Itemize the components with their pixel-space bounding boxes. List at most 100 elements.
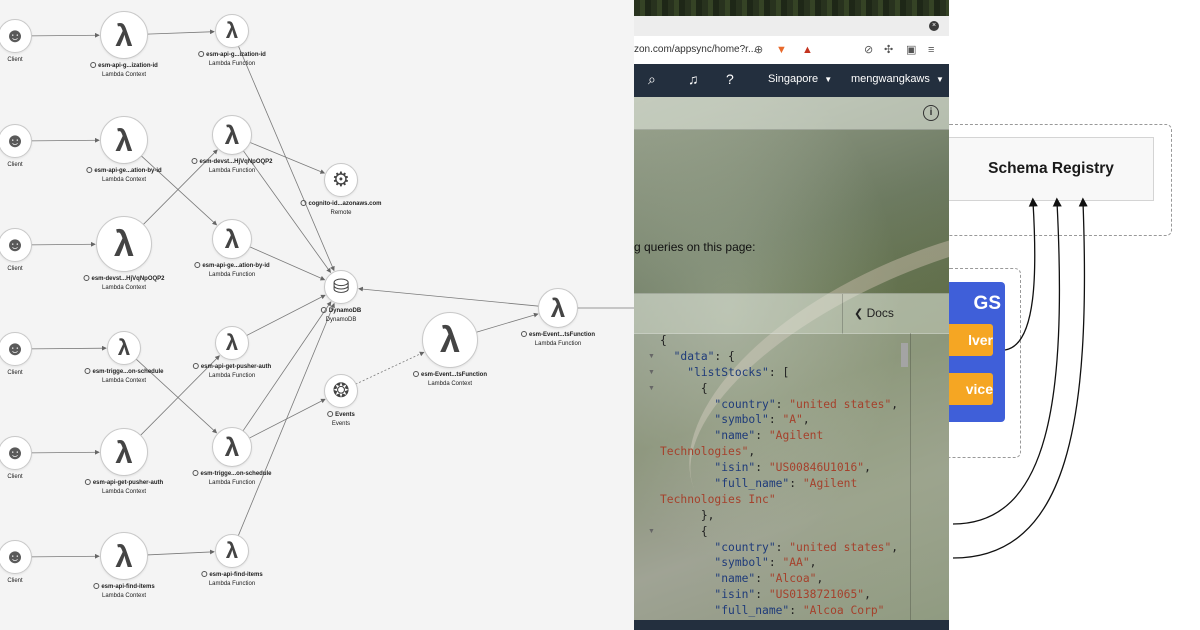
- map-node-ctx-org[interactable]: λ: [100, 11, 148, 59]
- map-edge-ctx-find-to-fn-find: [146, 549, 215, 556]
- browser-window: × zon.com/appsync/home?r... ⊕ ▼ ▲ ⊘ ✣ ▣ …: [634, 0, 949, 630]
- json-string: "US0138721065": [768, 588, 865, 602]
- lambda-icon: λ: [225, 538, 239, 563]
- map-node-fn-find[interactable]: λ: [215, 534, 249, 568]
- map-node-events[interactable]: ❂: [324, 374, 358, 408]
- node-name: Client: [7, 370, 23, 376]
- node-name: esm-trigge...on-schedule: [192, 470, 271, 479]
- docs-label: Docs: [866, 306, 894, 320]
- docs-button[interactable]: ❮ Docs: [854, 306, 894, 320]
- puzzle-icon[interactable]: ✣: [884, 43, 893, 57]
- lambda-icon: λ: [115, 538, 133, 574]
- address-bar[interactable]: zon.com/appsync/home?r... ⊕ ▼ ▲ ⊘ ✣ ▣ ≡: [634, 36, 949, 65]
- info-icon[interactable]: i: [923, 105, 939, 121]
- map-edge-client-5-to-ctx-pusher: [30, 449, 100, 455]
- node-name: esm-devst...HjVqNpOQP2: [191, 158, 272, 167]
- bell-icon[interactable]: ♫: [688, 71, 699, 87]
- map-edge-fn-find-to-dynamodb: [237, 302, 335, 537]
- map-node-fn-trigger[interactable]: λ: [212, 427, 252, 467]
- node-name: Client: [7, 162, 23, 168]
- map-node-ctx-pusher[interactable]: λ: [100, 428, 148, 476]
- zoom-icon[interactable]: ⊕: [754, 43, 763, 57]
- map-node-label: Client: [7, 265, 22, 274]
- node-name: esm-devst...HjVqNpOQP2: [83, 275, 164, 284]
- json-punct: ,: [816, 572, 824, 586]
- json-line: "country": "united states",: [660, 540, 898, 556]
- fold-arrow-icon[interactable]: ▼: [648, 528, 655, 535]
- search-icon[interactable]: ⌕: [648, 71, 656, 87]
- json-line: "symbol": "A",: [660, 412, 898, 428]
- json-punct: ,: [748, 445, 756, 459]
- menu-icon[interactable]: ≡: [928, 43, 934, 57]
- map-node-label: esm-Event...tsFunction Lambda Function: [521, 331, 595, 349]
- json-punct: : {: [714, 349, 735, 363]
- account-menu[interactable]: mengwangkaws ▼: [851, 73, 944, 85]
- lambda-icon: λ: [115, 434, 133, 470]
- browser-bottom-strip: [634, 620, 949, 630]
- map-node-fn-pusher[interactable]: λ: [215, 326, 249, 360]
- result-json: { "data": { "listStocks": [ { "country":…: [660, 333, 898, 630]
- node-name: esm-api-ge...ation-by-id: [194, 262, 269, 271]
- map-edge-client-6-to-ctx-find: [30, 553, 100, 559]
- info-strip: i: [634, 97, 949, 130]
- brave-shield-icon[interactable]: ▼: [776, 43, 787, 57]
- json-line: "data": {: [660, 349, 898, 365]
- chevron-left-icon: ❮: [854, 308, 864, 320]
- json-line: "name": "Agilent: [660, 428, 898, 444]
- result-scrollbar[interactable]: [901, 343, 908, 367]
- json-punct: ,: [891, 540, 899, 554]
- region-selector[interactable]: Singapore ▼: [768, 73, 832, 85]
- fold-arrow-icon[interactable]: ▼: [648, 369, 655, 376]
- map-edge-ctx-org-to-fn-org: [146, 29, 215, 35]
- map-edge-fn-pusher-to-dynamodb: [246, 294, 326, 337]
- help-icon[interactable]: ?: [726, 71, 734, 87]
- json-punct: :: [768, 413, 783, 427]
- node-name: esm-api-g...ization-id: [198, 51, 266, 60]
- json-key: "data": [673, 349, 715, 363]
- map-node-cognito[interactable]: ⚙: [324, 163, 358, 197]
- map-node-fn-org[interactable]: λ: [215, 14, 249, 48]
- wallet-icon[interactable]: ▣: [906, 43, 916, 57]
- map-node-fn-devst[interactable]: λ: [212, 115, 252, 155]
- tab-close-button[interactable]: ×: [929, 21, 939, 31]
- service-map[interactable]: ☻ Client ☻ Client ☻ Client ☻ Client ☻ Client ☻ Clie…: [0, 0, 634, 630]
- json-punct: :: [755, 429, 769, 443]
- map-node-dynamodb[interactable]: ⛁: [324, 270, 358, 304]
- json-key: "full_name": [714, 477, 790, 491]
- json-line: {: [660, 524, 898, 540]
- json-punct: ,: [891, 397, 899, 411]
- node-name: Events: [327, 411, 355, 420]
- fold-arrow-icon[interactable]: ▼: [648, 385, 655, 392]
- json-key: "isin": [714, 461, 756, 475]
- browser-tab-bar: ×: [634, 16, 949, 36]
- map-node-label: cognito-id...azonaws.com Remote: [300, 200, 381, 218]
- browser-top-strip: [634, 0, 949, 16]
- map-node-ctx-trigger[interactable]: λ: [107, 331, 141, 365]
- account-label: mengwangkaws: [851, 73, 930, 85]
- url-text[interactable]: zon.com/appsync/home?r...: [634, 44, 756, 55]
- node-type: Lambda Context: [101, 177, 147, 183]
- node-name: esm-api-find-items: [93, 583, 154, 592]
- map-node-fn-loc[interactable]: λ: [212, 219, 252, 259]
- query-result-pane[interactable]: ▼ ▼ ▼ ▼ { "data": { "listStocks": [ { "coun…: [634, 333, 949, 630]
- extension-icon[interactable]: ⊘: [864, 43, 873, 57]
- map-node-ctx-devst[interactable]: λ: [96, 216, 152, 272]
- person-icon: ☻: [4, 546, 26, 568]
- map-node-ctx-event[interactable]: λ: [422, 312, 478, 368]
- json-punct: :: [755, 461, 769, 475]
- chevron-down-icon: ▼: [824, 75, 833, 84]
- brave-rewards-icon[interactable]: ▲: [802, 43, 813, 57]
- lambda-icon: λ: [225, 18, 239, 43]
- json-key: "name": [714, 429, 756, 443]
- node-type: Lambda Context: [101, 489, 147, 495]
- map-node-ctx-loc[interactable]: λ: [100, 116, 148, 164]
- map-node-ctx-find[interactable]: λ: [100, 532, 148, 580]
- lambda-icon: λ: [224, 120, 240, 150]
- map-node-label: Client: [7, 56, 22, 65]
- map-node-label: esm-api-get-pusher-auth Lambda Function: [193, 363, 271, 381]
- region-label: Singapore: [768, 73, 819, 85]
- json-line: },: [660, 508, 898, 524]
- lambda-icon: λ: [224, 432, 240, 462]
- map-node-fn-event[interactable]: λ: [538, 288, 578, 328]
- fold-arrow-icon[interactable]: ▼: [648, 353, 655, 360]
